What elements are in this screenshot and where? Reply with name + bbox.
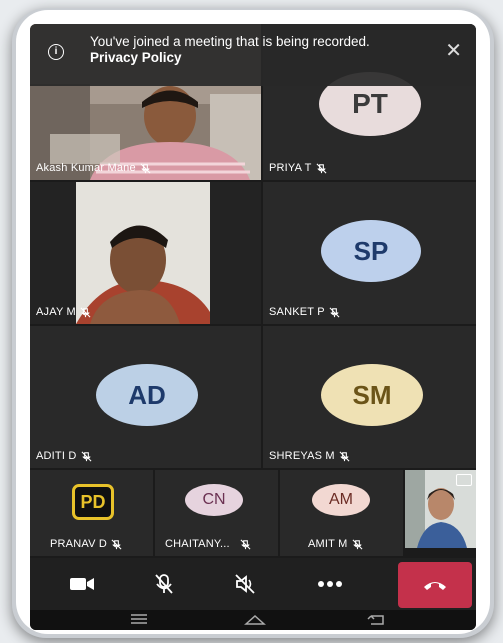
avatar: SM	[321, 364, 423, 426]
info-icon: i	[48, 44, 64, 60]
recording-message-text: You've joined a meeting that is being re…	[90, 34, 370, 49]
participant-label: PRIYA T	[269, 162, 327, 174]
participant-tile[interactable]: AM AMIT M	[280, 470, 403, 556]
speaker-button[interactable]	[214, 566, 278, 602]
avatar-initials: SP	[353, 235, 389, 266]
participant-tile[interactable]: PD PRANAV D	[30, 470, 153, 556]
avatar-initials: CN	[202, 491, 226, 508]
participant-label: AJAY M	[36, 306, 91, 318]
participant-label: PRANAV D	[50, 538, 122, 550]
mic-muted-icon	[240, 539, 251, 549]
mic-button[interactable]	[132, 566, 196, 602]
participant-tile[interactable]: AD ADITI D	[30, 326, 261, 468]
mic-muted-icon	[81, 451, 91, 461]
more-icon	[318, 581, 342, 587]
mic-off-icon	[155, 574, 173, 594]
camera-button[interactable]	[50, 566, 114, 602]
participant-name: SHREYAS M	[269, 450, 335, 462]
avatar-initials: SM	[352, 379, 392, 410]
avatar: SP	[321, 220, 421, 282]
participant-name: PRANAV D	[50, 538, 108, 550]
mic-muted-icon	[352, 539, 362, 549]
avatar-initials: AM	[329, 491, 353, 508]
mic-muted-icon	[339, 451, 350, 461]
meeting-screen: i You've joined a meeting that is being …	[30, 24, 476, 630]
recording-banner: i You've joined a meeting that is being …	[30, 24, 476, 86]
participant-name: CHAITANY...	[165, 538, 230, 550]
participant-name: PRIYA T	[269, 162, 312, 174]
participant-name: ADITI D	[36, 450, 77, 462]
close-icon[interactable]: ✕	[445, 38, 462, 63]
avatar-initials: AD	[128, 379, 166, 410]
speaker-off-icon	[235, 574, 255, 594]
participant-label: CHAITANY...	[165, 538, 251, 550]
phone-frame: i You've joined a meeting that is being …	[16, 10, 490, 634]
camera-switch-icon[interactable]	[456, 474, 472, 486]
participant-tile[interactable]: SP SANKET P	[263, 182, 476, 324]
participant-label: SANKET P	[269, 306, 340, 318]
mic-muted-icon	[111, 539, 122, 549]
avatar: CN	[185, 484, 243, 516]
system-nav-bar	[30, 610, 476, 630]
participant-label: ADITI D	[36, 450, 92, 462]
self-video-tile[interactable]	[405, 470, 476, 548]
participant-video	[30, 182, 261, 324]
participant-name: AMIT M	[308, 538, 348, 550]
hang-up-button[interactable]	[398, 562, 472, 608]
participant-logo: PD	[72, 484, 114, 520]
hang-up-icon	[424, 582, 446, 590]
call-controls	[30, 558, 476, 610]
participant-name: AJAY M	[36, 306, 76, 318]
participant-tile[interactable]: CN CHAITANY...	[155, 470, 278, 556]
participant-label: AMIT M	[308, 538, 363, 550]
avatar: AD	[96, 364, 198, 426]
participant-tile[interactable]: AJAY M	[30, 182, 261, 324]
privacy-policy-link[interactable]: Privacy Policy	[90, 50, 182, 65]
recording-message: You've joined a meeting that is being re…	[90, 34, 390, 66]
mic-muted-icon	[316, 163, 327, 173]
participant-name: Akash Kumar Mane	[36, 162, 136, 174]
back-icon[interactable]	[366, 612, 386, 628]
participant-tile[interactable]: SM SHREYAS M	[263, 326, 476, 468]
avatar: AM	[312, 484, 370, 516]
mic-muted-icon	[140, 163, 151, 173]
home-icon[interactable]	[244, 612, 266, 628]
menu-icon[interactable]	[130, 612, 148, 626]
participant-label: Akash Kumar Mane	[36, 162, 151, 174]
avatar-initials: PD	[80, 492, 106, 512]
participant-name: SANKET P	[269, 306, 325, 318]
video-camera-icon	[70, 578, 94, 590]
avatar-initials: PT	[352, 88, 388, 119]
more-button[interactable]	[298, 566, 362, 602]
participant-label: SHREYAS M	[269, 450, 350, 462]
mic-muted-icon	[80, 307, 91, 317]
mic-muted-icon	[329, 307, 340, 317]
